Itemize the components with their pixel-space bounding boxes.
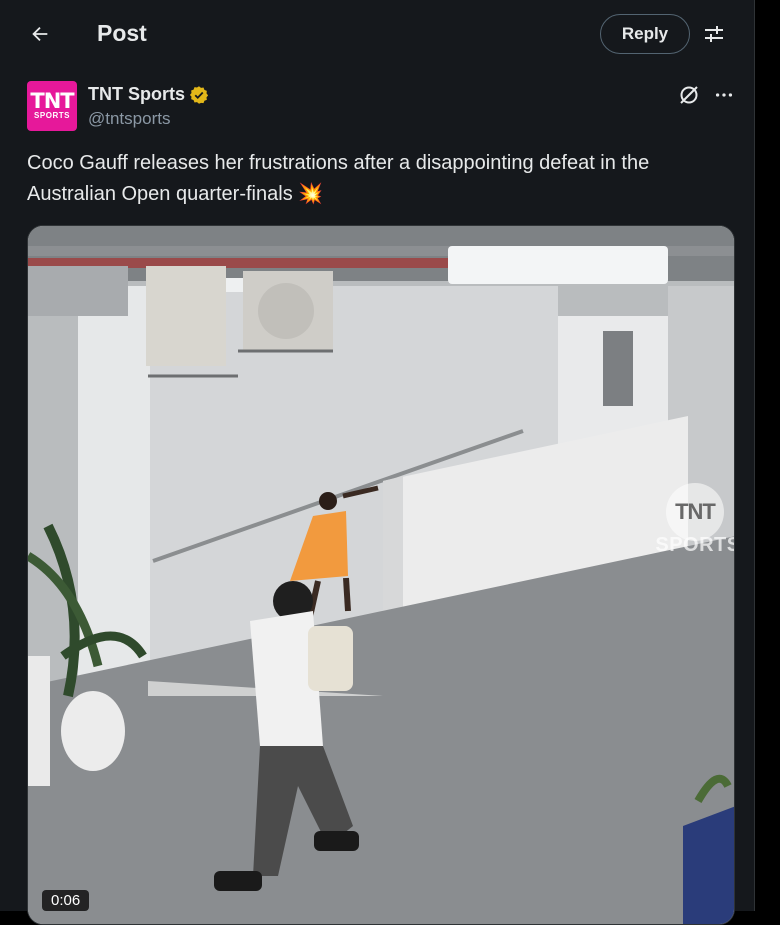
more-horizontal-icon (715, 93, 733, 97)
author-handle[interactable]: @tntsports (88, 109, 170, 129)
verified-badge-icon (189, 85, 209, 104)
page-title: Post (97, 20, 147, 46)
avatar-logo-text: TNT (30, 89, 74, 113)
back-button[interactable] (20, 14, 60, 54)
avatar[interactable]: TNT SPORTS (27, 81, 77, 131)
reply-button[interactable]: Reply (600, 14, 690, 54)
settings-button[interactable] (696, 16, 732, 52)
grok-button[interactable] (675, 81, 703, 109)
video-watermark: TNT SPORTS (648, 471, 735, 561)
watermark-logo: TNT (666, 483, 724, 541)
post-header: Post Reply (0, 0, 755, 68)
post-column: Post Reply TNT SPORTS TNT Sports @tntspo… (0, 0, 755, 925)
author-name: TNT Sports (88, 84, 185, 104)
video-frame (28, 226, 734, 924)
sliders-icon (705, 26, 723, 42)
arrow-left-icon (32, 26, 48, 42)
video-player[interactable]: TNT SPORTS (27, 225, 735, 925)
scrollbar[interactable] (756, 0, 780, 911)
grok-icon (680, 86, 698, 104)
post-text: Coco Gauff releases her frustrations aft… (27, 152, 650, 205)
author-name-row[interactable]: TNT Sports (88, 84, 209, 105)
watermark-text: SPORTS (655, 534, 735, 556)
video-duration: 0:06 (42, 890, 90, 911)
avatar-logo-subtext: SPORTS (34, 111, 70, 120)
more-button[interactable] (709, 81, 739, 109)
